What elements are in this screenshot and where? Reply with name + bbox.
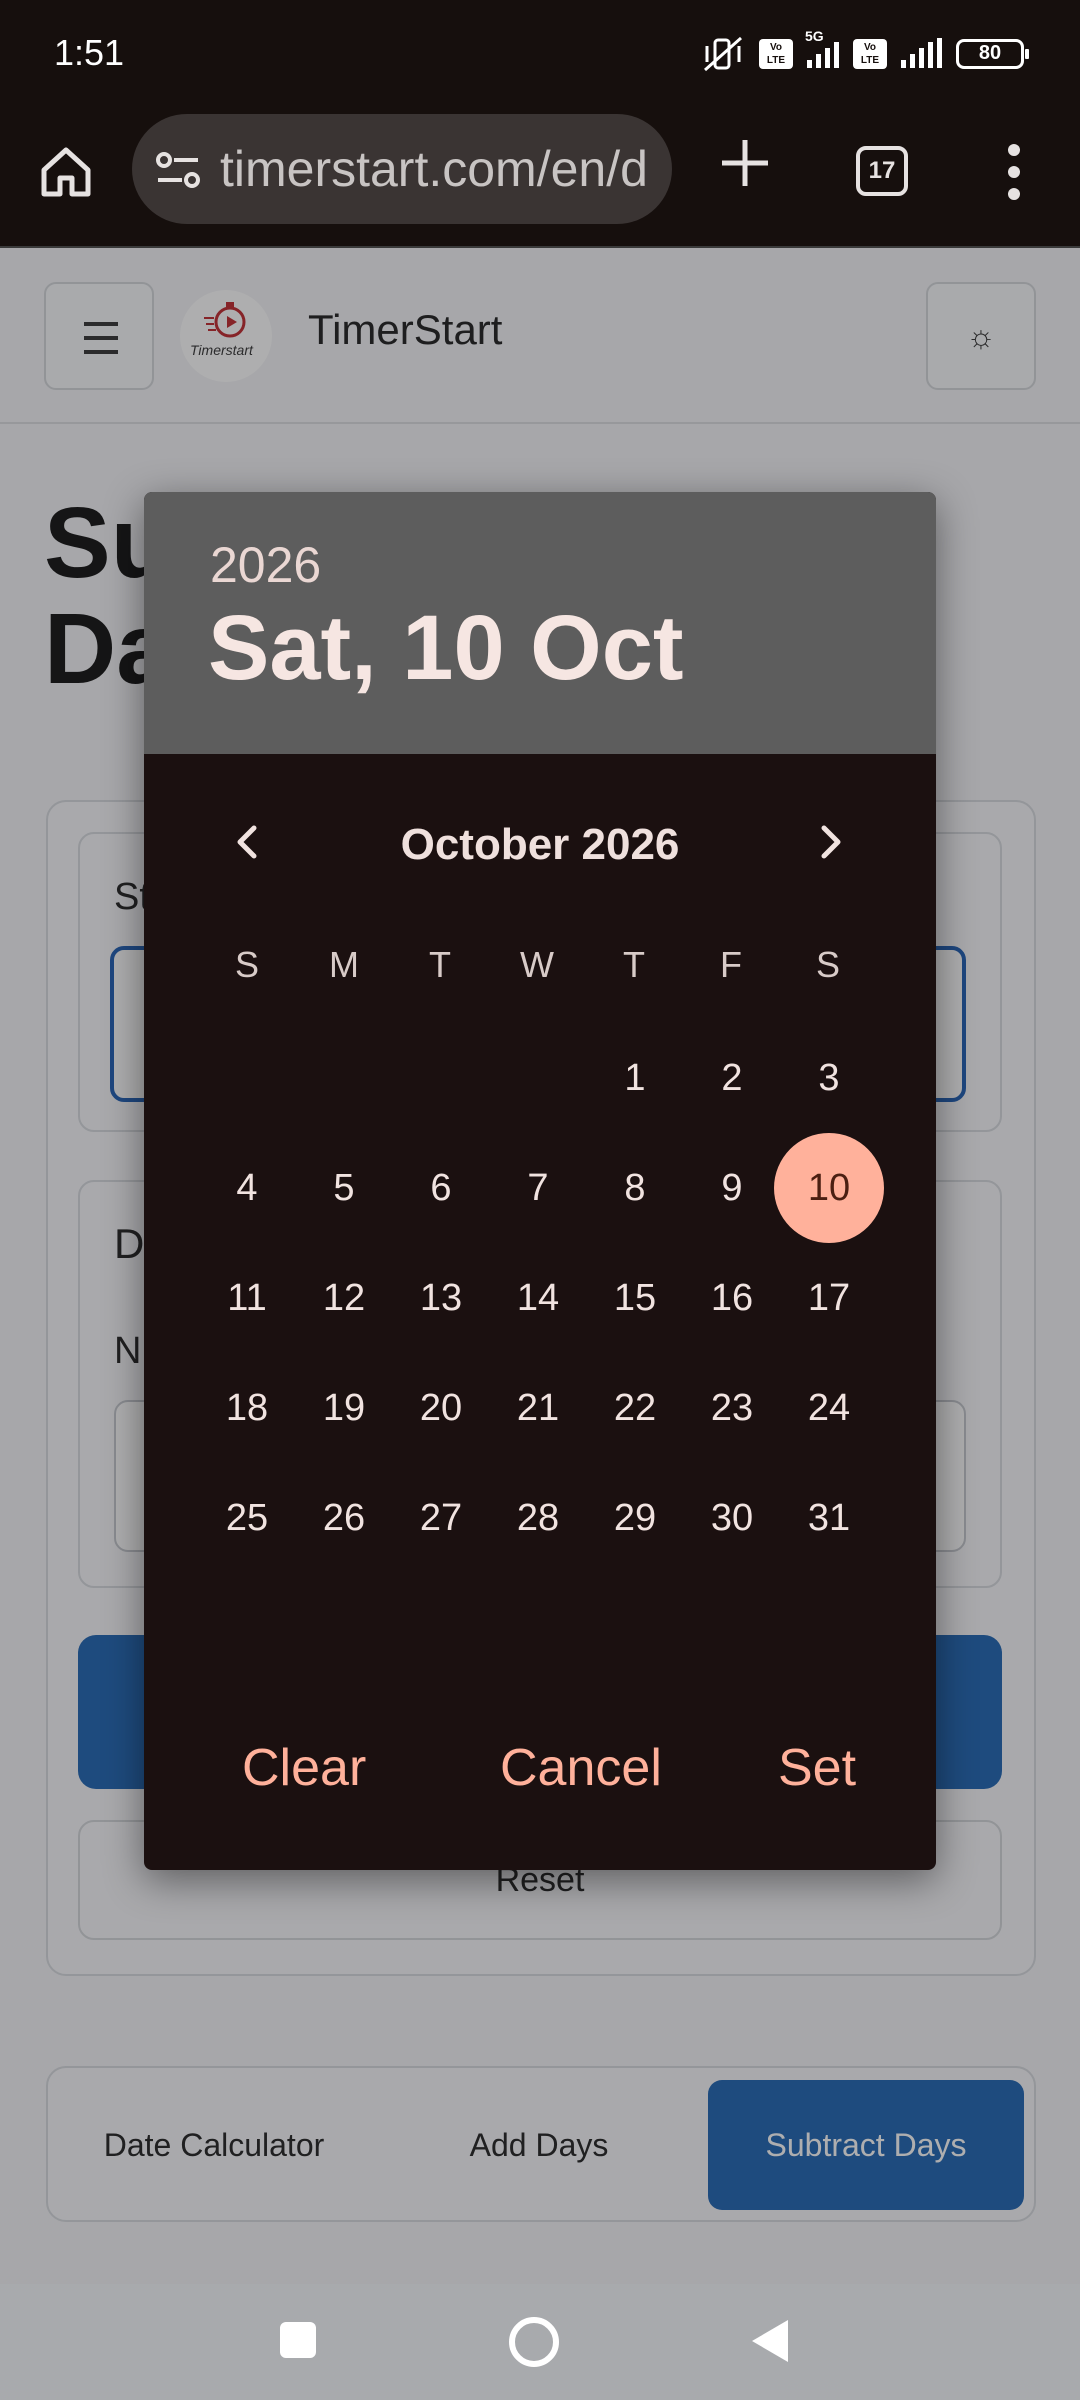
- calendar-day[interactable]: 28: [483, 1463, 593, 1573]
- address-bar[interactable]: timerstart.com/en/d: [132, 114, 672, 224]
- calendar-day[interactable]: 5: [289, 1133, 399, 1243]
- calendar-day[interactable]: 30: [677, 1463, 787, 1573]
- tune-icon[interactable]: [154, 150, 202, 190]
- calendar-day[interactable]: 15: [580, 1243, 690, 1353]
- signal-icon: [901, 38, 942, 68]
- calendar-day[interactable]: 12: [289, 1243, 399, 1353]
- calendar-day[interactable]: 4: [192, 1133, 302, 1243]
- signal-5g-icon: 5G: [805, 28, 839, 68]
- calendar-day[interactable]: 22: [580, 1353, 690, 1463]
- square-icon[interactable]: [278, 2320, 318, 2360]
- calendar-day[interactable]: 18: [192, 1353, 302, 1463]
- clear-button[interactable]: Clear: [242, 1738, 366, 1798]
- weekday-label: T: [429, 944, 451, 985]
- plus-icon[interactable]: [718, 136, 772, 190]
- weekday-label: F: [720, 944, 742, 985]
- weekday-label: M: [329, 944, 359, 985]
- weekday-label: T: [623, 944, 645, 985]
- triangle-back-icon[interactable]: [748, 2316, 792, 2366]
- calendar-day[interactable]: 11: [192, 1243, 302, 1353]
- calendar-day[interactable]: 27: [386, 1463, 496, 1573]
- status-time: 1:51: [54, 32, 125, 73]
- calendar-day[interactable]: 24: [774, 1353, 884, 1463]
- calendar-day[interactable]: 2: [677, 1023, 787, 1133]
- set-button[interactable]: Set: [778, 1738, 856, 1798]
- chevron-left-icon[interactable]: [226, 820, 270, 864]
- calendar-day[interactable]: 9: [677, 1133, 787, 1243]
- calendar-day[interactable]: 13: [386, 1243, 496, 1353]
- calendar-day[interactable]: 26: [289, 1463, 399, 1573]
- chevron-right-icon[interactable]: [808, 820, 852, 864]
- weekday-label: W: [520, 944, 554, 985]
- status-bar: 1:51 Vo LTE 5G Vo LTE 80: [0, 0, 1080, 108]
- calendar-day[interactable]: 21: [483, 1353, 593, 1463]
- calendar-day[interactable]: 29: [580, 1463, 690, 1573]
- date-picker-header: 2026 Sat, 10 Oct: [144, 492, 936, 754]
- calendar-day[interactable]: 19: [289, 1353, 399, 1463]
- home-icon[interactable]: [38, 144, 94, 200]
- calendar-day[interactable]: 31: [774, 1463, 884, 1573]
- calendar-day[interactable]: 1: [580, 1023, 690, 1133]
- calendar-day[interactable]: 25: [192, 1463, 302, 1573]
- calendar-day[interactable]: 8: [580, 1133, 690, 1243]
- calendar-day[interactable]: 16: [677, 1243, 787, 1353]
- calendar-day-selected[interactable]: 10: [774, 1133, 884, 1243]
- selected-date[interactable]: Sat, 10 Oct: [208, 596, 684, 701]
- calendar-day[interactable]: 6: [386, 1133, 496, 1243]
- calendar-day[interactable]: 23: [677, 1353, 787, 1463]
- calendar-day[interactable]: 7: [483, 1133, 593, 1243]
- cancel-button[interactable]: Cancel: [500, 1738, 662, 1798]
- system-nav-bar: [0, 2284, 1080, 2400]
- circle-icon[interactable]: [506, 2314, 562, 2370]
- volte-icon-2: Vo LTE: [853, 39, 887, 69]
- weekday-label: S: [234, 944, 259, 985]
- calendar-day[interactable]: 17: [774, 1243, 884, 1353]
- calendar-day[interactable]: 3: [774, 1023, 884, 1133]
- selected-year[interactable]: 2026: [210, 536, 321, 594]
- battery-icon: 80: [956, 39, 1029, 69]
- mute-vibrate-icon: [704, 36, 742, 72]
- status-icons: Vo LTE 5G Vo LTE 80: [701, 28, 1029, 76]
- calendar-day[interactable]: 14: [483, 1243, 593, 1353]
- more-vert-icon[interactable]: [1000, 142, 1028, 202]
- volte-icon: Vo LTE: [759, 39, 793, 69]
- weekday-label: S: [815, 944, 840, 985]
- url-text[interactable]: timerstart.com/en/d: [220, 140, 660, 198]
- date-picker-dialog: 2026 Sat, 10 Oct October 2026 S M T W T …: [144, 492, 936, 1870]
- calendar-day[interactable]: 20: [386, 1353, 496, 1463]
- browser-toolbar: timerstart.com/en/d 17: [0, 108, 1080, 248]
- tab-switcher-button[interactable]: 17: [856, 146, 908, 196]
